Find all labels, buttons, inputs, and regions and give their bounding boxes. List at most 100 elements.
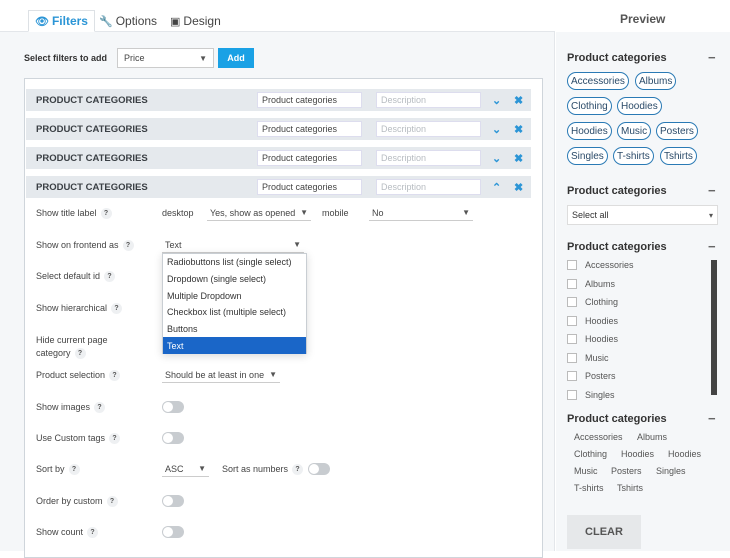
- close-icon[interactable]: ✖: [514, 94, 523, 107]
- close-icon[interactable]: ✖: [514, 123, 523, 136]
- category-pill[interactable]: Hoodies: [567, 122, 612, 140]
- select-default-id-row: Select default id?: [36, 271, 116, 283]
- collapse-icon[interactable]: −: [708, 183, 716, 198]
- help-icon[interactable]: ?: [111, 303, 123, 315]
- chevron-down-icon[interactable]: ⌄: [492, 94, 501, 107]
- caret-down-icon: ▼: [269, 370, 277, 379]
- frontend-type-select[interactable]: Text ▼: [162, 237, 304, 253]
- menu-option[interactable]: Dropdown (single select): [163, 271, 306, 288]
- show-count-toggle[interactable]: [162, 526, 184, 538]
- sort-by-select[interactable]: ASC ▼: [162, 461, 209, 477]
- tag-link[interactable]: Tshirts: [617, 483, 643, 493]
- filter-description-input[interactable]: Description: [376, 150, 481, 166]
- filter-row-expanded: PRODUCT CATEGORIES Product categories De…: [26, 176, 531, 198]
- category-pill[interactable]: Albums: [635, 72, 677, 90]
- help-icon[interactable]: ?: [122, 240, 134, 252]
- widget-title: Product categories: [567, 241, 667, 253]
- clear-button[interactable]: CLEAR: [567, 515, 641, 549]
- help-icon[interactable]: ?: [106, 496, 118, 508]
- order-by-custom-toggle[interactable]: [162, 495, 184, 507]
- help-icon[interactable]: ?: [292, 464, 304, 476]
- tab-design[interactable]: ▣ Design: [164, 10, 227, 32]
- tag-link[interactable]: Albums: [637, 432, 667, 442]
- collapse-icon[interactable]: −: [708, 239, 716, 254]
- show-title-label-row: Show title label?: [36, 208, 112, 220]
- close-icon[interactable]: ✖: [514, 152, 523, 165]
- menu-option[interactable]: Radiobuttons list (single select): [163, 254, 306, 271]
- filter-row: PRODUCT CATEGORIES Product categories De…: [26, 89, 531, 111]
- help-icon[interactable]: ?: [68, 464, 80, 476]
- tag-link[interactable]: Hoodies: [621, 449, 654, 459]
- menu-option[interactable]: Buttons: [163, 321, 306, 338]
- menu-option[interactable]: Multiple Dropdown: [163, 287, 306, 304]
- show-count-row: Show count?: [36, 527, 99, 539]
- checkbox[interactable]: [567, 279, 577, 289]
- show-images-toggle[interactable]: [162, 401, 184, 413]
- chevron-up-icon[interactable]: ⌃: [492, 181, 501, 194]
- filter-description-input[interactable]: Description: [376, 179, 481, 195]
- mobile-title-select[interactable]: No ▼: [369, 205, 473, 221]
- add-button[interactable]: Add: [218, 48, 255, 68]
- filter-name-input[interactable]: Product categories: [257, 150, 362, 166]
- filter-type-select[interactable]: Price ▼: [117, 48, 215, 68]
- add-filter-row: Select filters to add Price ▼ Add: [24, 48, 255, 68]
- checkbox[interactable]: [567, 316, 577, 326]
- chevron-down-icon[interactable]: ⌄: [492, 123, 501, 136]
- help-icon[interactable]: ?: [94, 402, 106, 414]
- menu-option[interactable]: Checkbox list (multiple select): [163, 304, 306, 321]
- close-icon[interactable]: ✖: [514, 181, 523, 194]
- product-selection-select[interactable]: Should be at least in one ▼: [162, 367, 280, 383]
- filter-row: PRODUCT CATEGORIES Product categories De…: [26, 118, 531, 140]
- checkbox[interactable]: [567, 353, 577, 363]
- help-icon[interactable]: ?: [109, 370, 121, 382]
- checkbox-label: Hoodies: [585, 334, 619, 344]
- category-pill[interactable]: Accessories: [567, 72, 629, 90]
- filter-name-input[interactable]: Product categories: [257, 121, 362, 137]
- tag-link[interactable]: Singles: [656, 466, 686, 476]
- checkbox[interactable]: [567, 390, 577, 400]
- category-pill[interactable]: T-shirts: [613, 147, 654, 165]
- checkbox[interactable]: [567, 297, 577, 307]
- filter-description-input[interactable]: Description: [376, 121, 481, 137]
- image-icon: ▣: [170, 15, 181, 28]
- checkbox-label: Hoodies: [585, 316, 619, 326]
- help-icon[interactable]: ?: [87, 527, 99, 539]
- preview-category-select[interactable]: Select all ▾: [567, 205, 718, 225]
- category-pill[interactable]: Singles: [567, 147, 608, 165]
- tag-link[interactable]: T-shirts: [574, 483, 604, 493]
- tab-filters[interactable]: 👁 Filters: [28, 10, 95, 32]
- tag-link[interactable]: Clothing: [574, 449, 607, 459]
- category-pill[interactable]: Tshirts: [660, 147, 697, 165]
- tag-link[interactable]: Music: [574, 466, 598, 476]
- tag-link[interactable]: Accessories: [574, 432, 623, 442]
- desktop-title-select[interactable]: Yes, show as opened ▼: [207, 205, 311, 221]
- category-pill[interactable]: Clothing: [567, 97, 612, 115]
- caret-down-icon: ▼: [199, 53, 208, 63]
- help-icon[interactable]: ?: [104, 271, 116, 283]
- filter-name-input[interactable]: Product categories: [257, 92, 362, 108]
- use-custom-tags-row: Use Custom tags?: [36, 433, 121, 445]
- collapse-icon[interactable]: −: [708, 50, 716, 65]
- filter-description-input[interactable]: Description: [376, 92, 481, 108]
- category-pill[interactable]: Posters: [656, 122, 698, 140]
- custom-tags-toggle[interactable]: [162, 432, 184, 444]
- tab-options[interactable]: 🔧 Options: [93, 10, 163, 32]
- collapse-icon[interactable]: −: [708, 411, 716, 426]
- checkbox[interactable]: [567, 371, 577, 381]
- scrollbar[interactable]: [711, 260, 717, 395]
- help-icon[interactable]: ?: [109, 433, 121, 445]
- filter-name-input[interactable]: Product categories: [257, 179, 362, 195]
- sort-as-numbers-toggle[interactable]: [308, 463, 330, 475]
- menu-option-selected[interactable]: Text: [163, 337, 306, 355]
- help-icon[interactable]: ?: [74, 348, 86, 360]
- chevron-down-icon[interactable]: ⌄: [492, 152, 501, 165]
- tag-link[interactable]: Posters: [611, 466, 642, 476]
- filter-row: PRODUCT CATEGORIES Product categories De…: [26, 147, 531, 169]
- checkbox[interactable]: [567, 260, 577, 270]
- tag-link[interactable]: Hoodies: [668, 449, 701, 459]
- category-pill[interactable]: Music: [617, 122, 652, 140]
- category-pill[interactable]: Hoodies: [617, 97, 662, 115]
- help-icon[interactable]: ?: [100, 208, 112, 220]
- checkbox[interactable]: [567, 334, 577, 344]
- caret-down-icon: ▼: [293, 240, 301, 249]
